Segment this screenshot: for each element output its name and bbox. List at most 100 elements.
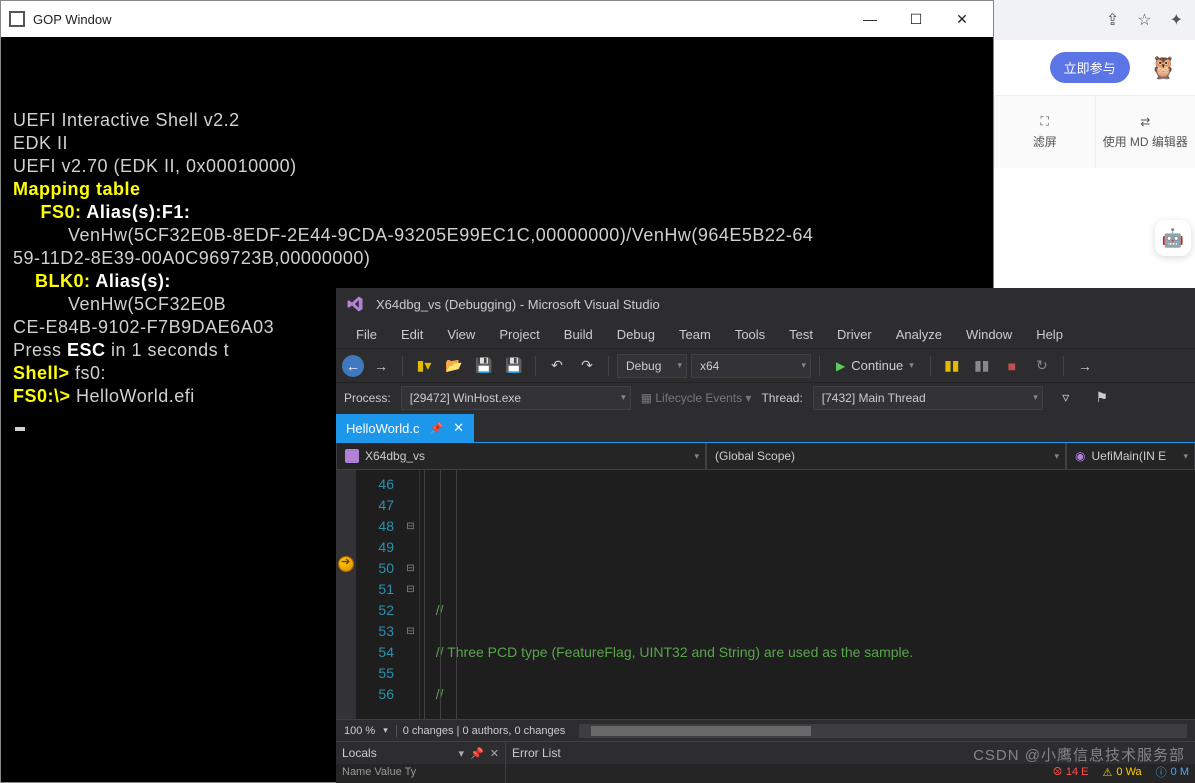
console-label: FS0: xyxy=(41,202,82,222)
menu-team[interactable]: Team xyxy=(667,323,723,346)
vs-editor[interactable]: 4647484950515253545556 ⊟ ⊟⊟ ⊟ // // Thre… xyxy=(336,470,1195,719)
stop-button[interactable]: ■ xyxy=(999,353,1025,379)
nav-project-dropdown[interactable]: X64dbg_vs xyxy=(336,443,706,470)
redo-button[interactable]: ↷ xyxy=(574,353,600,379)
fold-gutter[interactable]: ⊟ ⊟⊟ ⊟ xyxy=(402,470,420,719)
menu-analyze[interactable]: Analyze xyxy=(884,323,954,346)
share-icon[interactable]: ⇪ xyxy=(1106,10,1119,30)
process-dropdown[interactable]: [29472] WinHost.exe xyxy=(401,386,631,410)
function-icon: ◉ xyxy=(1075,449,1085,463)
menu-driver[interactable]: Driver xyxy=(825,323,884,346)
save-button[interactable]: 💾 xyxy=(471,353,497,379)
nav-back-button[interactable]: ← xyxy=(342,355,364,377)
locals-panel[interactable]: Locals ▾ 📌 ✕ Name Value Ty xyxy=(336,742,506,783)
menu-project[interactable]: Project xyxy=(487,323,551,346)
owl-icon[interactable]: 🦉 xyxy=(1150,55,1177,81)
continue-button[interactable]: ▶ Continue ▾ xyxy=(828,356,922,375)
locals-title: Locals xyxy=(342,746,377,760)
new-item-button[interactable]: ▮▾ xyxy=(411,353,437,379)
close-icon[interactable]: ✕ xyxy=(490,747,499,760)
vs-toolbar: ← → ▮▾ 📂 💾 💾 ↶ ↷ Debug x64 ▶ Continue ▾ … xyxy=(336,348,1195,382)
nav-forward-button[interactable]: → xyxy=(368,353,394,379)
thread-label: Thread: xyxy=(761,391,802,405)
file-tab-helloworld[interactable]: HelloWorld.c 📌 ✕ xyxy=(336,414,474,442)
errorlist-title: Error List xyxy=(512,746,561,760)
gop-title: GOP Window xyxy=(33,12,847,27)
filter-screen-tool[interactable]: ⛶ 滤屏 xyxy=(994,96,1095,168)
browser-header: 立即参与 🦉 xyxy=(994,40,1195,96)
undo-button[interactable]: ↶ xyxy=(544,353,570,379)
pause-button[interactable]: ▮▮ xyxy=(969,353,995,379)
console-text: Press xyxy=(13,340,67,360)
vs-navbar: X64dbg_vs (Global Scope) ◉ UefiMain(IN E xyxy=(336,442,1195,470)
code-area[interactable]: // // Three PCD type (FeatureFlag, UINT3… xyxy=(420,470,1195,719)
zoom-level[interactable]: 100 % xyxy=(344,725,375,737)
join-button[interactable]: 立即参与 xyxy=(1050,52,1130,83)
swap-icon: ⇄ xyxy=(1140,115,1150,129)
nav-scope-label: (Global Scope) xyxy=(715,449,795,463)
star-icon[interactable]: ☆ xyxy=(1137,10,1151,30)
console-text: VenHw(5CF32E0B xyxy=(68,294,226,314)
close-button[interactable]: ✕ xyxy=(939,3,985,35)
menu-view[interactable]: View xyxy=(435,323,487,346)
pin-icon[interactable]: 📌 xyxy=(429,422,443,435)
filter-icon[interactable]: ▿ xyxy=(1053,385,1079,411)
shell-command: fs0: xyxy=(70,363,107,383)
step-button[interactable]: → xyxy=(1072,353,1098,379)
config-dropdown[interactable]: Debug xyxy=(617,354,687,378)
thread-dropdown[interactable]: [7432] Main Thread xyxy=(813,386,1043,410)
breakpoint-gutter[interactable] xyxy=(336,470,356,719)
fs0-prompt: FS0:\> xyxy=(13,386,71,406)
console-text: Alias(s):F1: xyxy=(82,202,191,222)
flag-icon[interactable]: ⚑ xyxy=(1089,385,1115,411)
maximize-button[interactable]: ☐ xyxy=(893,3,939,35)
gop-app-icon xyxy=(9,11,25,27)
shell-prompt: Shell> xyxy=(13,363,70,383)
menu-window[interactable]: Window xyxy=(954,323,1024,346)
nav-scope-dropdown[interactable]: (Global Scope) xyxy=(706,443,1066,470)
menu-help[interactable]: Help xyxy=(1024,323,1075,346)
play-icon: ▶ xyxy=(836,359,845,373)
nav-function-dropdown[interactable]: ◉ UefiMain(IN E xyxy=(1066,443,1195,470)
menu-file[interactable]: File xyxy=(344,323,389,346)
menu-edit[interactable]: Edit xyxy=(389,323,435,346)
platform-dropdown[interactable]: x64 xyxy=(691,354,811,378)
break-all-button[interactable]: ▮▮ xyxy=(939,353,965,379)
open-folder-button[interactable]: 📂 xyxy=(441,353,467,379)
menu-test[interactable]: Test xyxy=(777,323,825,346)
lifecycle-events[interactable]: ▦ Lifecycle Events ▾ xyxy=(641,391,752,405)
message-count-badge[interactable]: ⓘ 0 M xyxy=(1156,764,1189,780)
vs-title: X64dbg_vs (Debugging) - Microsoft Visual… xyxy=(376,297,660,312)
breakpoint-current-icon[interactable] xyxy=(338,556,354,572)
menu-debug[interactable]: Debug xyxy=(605,323,667,346)
dropdown-icon[interactable]: ▾ xyxy=(459,747,465,760)
bot-badge[interactable]: 🤖 xyxy=(1155,220,1191,256)
console-text: VenHw(5CF32E0B-8EDF-2E44-9CDA-93205E99EC… xyxy=(68,225,813,245)
console-label: Mapping table xyxy=(13,179,141,199)
vs-bottom-panels: Locals ▾ 📌 ✕ Name Value Ty Error List ⮾ 14… xyxy=(336,741,1195,783)
browser-toolbar: ⇪ ☆ ✦ xyxy=(994,0,1195,40)
console-text: in 1 seconds t xyxy=(106,340,230,360)
vs-logo-icon xyxy=(346,295,364,313)
pin-icon[interactable]: 📌 xyxy=(470,747,484,760)
error-list-panel[interactable]: Error List ⮾ 14 E ⚠ 0 Wa ⓘ 0 M xyxy=(506,742,1195,783)
horizontal-scrollbar[interactable] xyxy=(579,724,1187,738)
window-controls: — ☐ ✕ xyxy=(847,3,985,35)
console-line: UEFI v2.70 (EDK II, 0x00010000) xyxy=(13,155,981,178)
extensions-icon[interactable]: ✦ xyxy=(1170,10,1183,30)
nav-function-label: UefiMain(IN E xyxy=(1091,449,1166,463)
save-all-button[interactable]: 💾 xyxy=(501,353,527,379)
filter-icon: ⛶ xyxy=(1041,114,1049,129)
restart-button[interactable]: ↻ xyxy=(1029,353,1055,379)
close-tab-icon[interactable]: ✕ xyxy=(453,420,464,436)
console-line: EDK II xyxy=(13,132,981,155)
project-icon xyxy=(345,449,359,463)
warning-count-badge[interactable]: ⚠ 0 Wa xyxy=(1103,766,1142,779)
locals-columns: Name Value Ty xyxy=(336,764,505,780)
vs-changes-bar: 100 % ▾ 0 changes | 0 authors, 0 changes xyxy=(336,719,1195,741)
error-count-badge[interactable]: ⮾ 14 E xyxy=(1053,766,1088,779)
minimize-button[interactable]: — xyxy=(847,3,893,35)
menu-tools[interactable]: Tools xyxy=(723,323,777,346)
menu-build[interactable]: Build xyxy=(552,323,605,346)
md-editor-tool[interactable]: ⇄ 使用 MD 编辑器 xyxy=(1095,96,1195,168)
